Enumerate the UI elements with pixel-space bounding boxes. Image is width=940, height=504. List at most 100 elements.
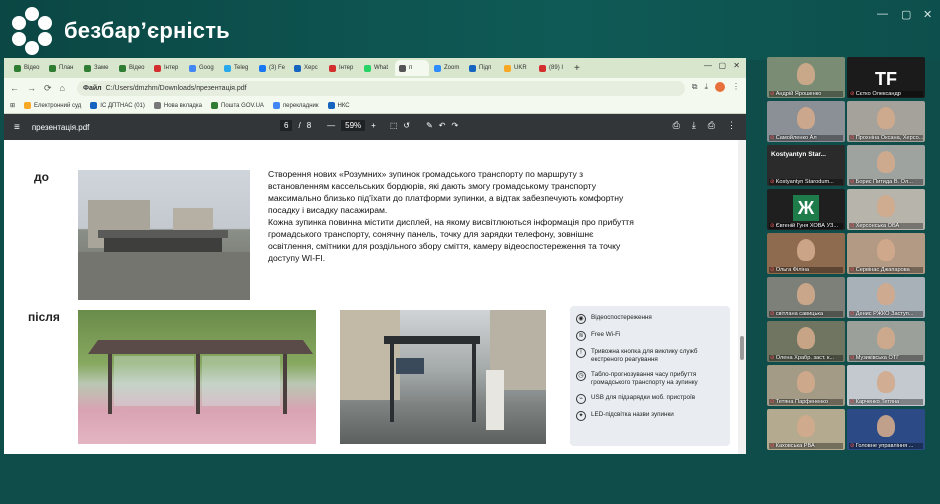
participant-tile[interactable]: ⊘Самойленко Ал — [767, 101, 845, 142]
redo-icon[interactable]: ↷ — [452, 121, 459, 130]
participant-tile[interactable]: ⊘Сервінас Джапарова — [847, 233, 925, 274]
participant-tile[interactable]: ⊘Андрій Ярошенко — [767, 57, 845, 98]
minimize-button[interactable]: — — [877, 8, 888, 20]
participant-name: ⊘Євгеній Гуня ХОВА УЗ... — [769, 223, 843, 229]
pdf-menu-icon[interactable]: ≡ — [14, 122, 20, 133]
home-icon[interactable]: ⌂ — [60, 83, 65, 93]
participant-tile[interactable]: ⊘світлана савицька — [767, 277, 845, 318]
print-icon[interactable]: ⎙ — [708, 120, 715, 131]
reload-icon[interactable]: ⟳ — [44, 83, 52, 94]
save-annotations-icon[interactable]: ⎙ — [673, 120, 680, 131]
participant-name: ⊘Ольга Філіна — [769, 267, 843, 273]
participant-tile[interactable]: ⊘Олена Храбр. заст. к... — [767, 321, 845, 362]
browser-tab[interactable]: Відео — [10, 60, 44, 76]
profile-avatar[interactable] — [715, 82, 725, 92]
browser-tab[interactable]: План — [45, 60, 79, 76]
pdf-more-icon[interactable]: ⋮ — [727, 120, 736, 131]
browser-menu-icon[interactable]: ⋮ — [732, 82, 740, 92]
fit-page-icon[interactable]: ⬚ — [390, 121, 398, 130]
new-tab-button[interactable]: + — [574, 63, 580, 74]
forward-icon[interactable]: → — [27, 83, 36, 93]
features-panel: ◉ Відеоспостереження ≋ Free Wi-Fi! Тривожна … — [570, 306, 730, 446]
browser-tab[interactable]: Заме — [80, 60, 114, 76]
label-before: до — [34, 170, 49, 184]
browser-tab[interactable]: What — [360, 60, 394, 76]
zoom-level[interactable]: 59% — [341, 120, 366, 131]
feature-text: Free Wi-Fi — [591, 331, 621, 338]
tab-label: Херс — [304, 65, 318, 71]
participant-tile[interactable]: ⊘Головне управління ... — [847, 409, 925, 450]
rotate-icon[interactable]: ↺ — [403, 121, 410, 130]
annotate-icon[interactable]: ✎ — [426, 121, 433, 130]
extensions-icon[interactable]: ⧉ — [692, 82, 698, 92]
browser-tab[interactable]: (3) Fe — [255, 60, 289, 76]
feature-item: ! Тривожна кнопка для виклику служб екстр… — [576, 348, 724, 364]
browser-tab[interactable]: Zoom — [430, 60, 464, 76]
browser-tab[interactable]: (89) I — [535, 60, 569, 76]
download-icon[interactable]: ⤓ — [704, 82, 708, 92]
participant-tile[interactable]: ⊘Тетяна Парфененко — [767, 365, 845, 406]
participant-video — [877, 239, 895, 261]
pdf-scrollbar[interactable] — [738, 140, 746, 454]
zoom-in-button[interactable]: + — [371, 121, 376, 130]
bookmark-item[interactable]: ІС ДПТНАС (01) — [90, 102, 145, 109]
wifi-icon: ≋ — [576, 331, 586, 341]
browser-tab[interactable]: UKR — [500, 60, 534, 76]
participant-tile[interactable]: ⊘Борис Питида В. Ол... — [847, 145, 925, 186]
participant-name: ⊘Прохніна Оксана, Херсо... — [849, 135, 923, 141]
tab-label: UKR — [514, 65, 527, 71]
browser-tab[interactable]: Teleg — [220, 60, 254, 76]
feature-item: ◷ Табло-прогнозування часу прибуття грома… — [576, 371, 724, 387]
bookmark-item[interactable]: Пошта GOV.UA — [211, 102, 264, 109]
participant-tile[interactable]: ⊘Денис РЖКО Заступ... — [847, 277, 925, 318]
browser-tab[interactable]: п — [395, 60, 430, 76]
page-number-input[interactable]: 6 — [280, 120, 293, 131]
bookmark-item[interactable]: Електронний суд — [24, 102, 81, 109]
participant-tile[interactable]: ⊘Херсонська ОВА — [847, 189, 925, 230]
tab-label: Відео — [129, 65, 145, 71]
url-field[interactable]: Файл C:/Users/dmzhm/Downloads/презентаці… — [76, 80, 685, 96]
apps-icon[interactable]: ⊞ — [10, 102, 15, 109]
participant-tile[interactable]: ⊘Музиківська ОТГ — [847, 321, 925, 362]
participant-video — [877, 415, 895, 437]
bookmark-item[interactable]: перекладник — [272, 102, 319, 109]
browser-minimize-icon[interactable]: — — [704, 61, 712, 70]
participant-tile[interactable]: Kostyantyn Star... ⊘Kostyantyn Starodum..… — [767, 145, 845, 186]
participant-tile[interactable]: ⊘Карченко Тетяна — [847, 365, 925, 406]
tab-favicon-icon — [224, 64, 231, 72]
participant-tile[interactable]: Ж ⊘Євгеній Гуня ХОВА УЗ... — [767, 189, 845, 230]
browser-tab[interactable]: Інтер — [325, 60, 359, 76]
bookmark-favicon-icon — [90, 102, 98, 109]
participant-tile[interactable]: ⊘Каховська РВА — [767, 409, 845, 450]
tab-favicon-icon — [49, 64, 56, 72]
feature-item: ≋ Free Wi-Fi — [576, 331, 724, 341]
participant-video — [797, 371, 815, 393]
browser-tab[interactable]: Підп — [465, 60, 499, 76]
participant-tile[interactable]: ⊘Прохніна Оксана, Херсо... — [847, 101, 925, 142]
back-icon[interactable]: ← — [10, 83, 19, 93]
participant-tile[interactable]: ⊘Ольга Філіна — [767, 233, 845, 274]
undo-icon[interactable]: ↶ — [439, 121, 446, 130]
tab-label: Teleg — [234, 65, 249, 71]
feature-text: Тривожна кнопка для виклику служб екстре… — [591, 348, 698, 363]
browser-tab[interactable]: Інтер — [150, 60, 184, 76]
mic-muted-icon: ⊘ — [770, 443, 775, 449]
browser-tab[interactable]: Goog — [185, 60, 219, 76]
participant-video — [797, 63, 815, 85]
scrollbar-thumb[interactable] — [740, 336, 744, 360]
maximize-button[interactable]: ▢ — [901, 8, 911, 21]
pdf-download-icon[interactable]: ⤓ — [692, 120, 696, 131]
browser-tab[interactable]: Херс — [290, 60, 324, 76]
participant-tile[interactable]: TF ⊘Сєтко Олександр — [847, 57, 925, 98]
browser-maximize-icon[interactable]: ▢ — [718, 61, 726, 70]
bookmark-item[interactable]: НКС — [327, 102, 350, 109]
bookmark-label: Електронний суд — [34, 102, 82, 109]
browser-tab[interactable]: Відео — [115, 60, 149, 76]
zoom-out-button[interactable]: — — [327, 121, 335, 130]
browser-close-icon[interactable]: ✕ — [733, 61, 740, 70]
bookmark-item[interactable]: Нова вкладка — [153, 102, 202, 109]
bookmark-label: перекладник — [282, 102, 319, 109]
mic-muted-icon: ⊘ — [850, 311, 855, 317]
close-button[interactable]: ✕ — [923, 8, 932, 21]
participant-video — [797, 107, 815, 129]
